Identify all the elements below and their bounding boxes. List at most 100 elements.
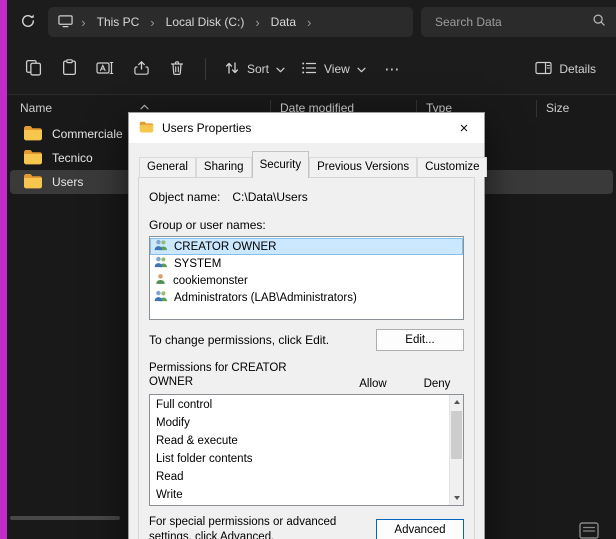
more-options-button[interactable]: ⋯ <box>374 52 410 86</box>
scroll-up-button[interactable] <box>450 395 464 409</box>
breadcrumb-chevron-icon[interactable]: › <box>306 15 312 30</box>
breadcrumb-item-this-pc[interactable]: This PC <box>94 13 143 31</box>
left-accent-strip <box>0 0 7 539</box>
tab-sharing[interactable]: Sharing <box>196 157 252 177</box>
this-pc-icon <box>58 14 73 31</box>
permission-item-modify[interactable]: Modify <box>150 414 448 432</box>
object-name-row: Object name: C:\Data\Users <box>149 190 464 204</box>
breadcrumb-chevron-icon[interactable]: › <box>254 15 260 30</box>
delete-icon <box>169 60 185 79</box>
file-name: Tecnico <box>52 151 93 165</box>
file-name: Commerciale <box>52 127 123 141</box>
chevron-down-icon <box>276 62 285 76</box>
column-header-name[interactable]: Name <box>20 101 52 115</box>
dialog-titlebar[interactable]: Users Properties × <box>129 113 484 143</box>
security-tab-page: Object name: C:\Data\Users Group or user… <box>138 177 475 539</box>
address-bar[interactable]: › This PC › Local Disk (C:) › Data › <box>48 7 413 37</box>
share-button[interactable] <box>123 52 159 86</box>
folder-icon <box>23 125 43 144</box>
details-label: Details <box>559 62 596 76</box>
group-item-administrators[interactable]: Administrators (LAB\Administrators) <box>150 289 463 306</box>
user-icon <box>154 273 167 288</box>
tab-customize[interactable]: Customize <box>417 157 487 177</box>
permissions-list[interactable]: Full control Modify Read & execute List … <box>149 394 464 506</box>
group-item-label: SYSTEM <box>174 258 221 270</box>
breadcrumb-item-data[interactable]: Data <box>268 13 299 31</box>
breadcrumb-item-local-disk-c[interactable]: Local Disk (C:) <box>163 13 248 31</box>
deny-column-header: Deny <box>407 378 467 390</box>
view-mode-icon[interactable] <box>578 521 600 539</box>
explorer-topbar: › This PC › Local Disk (C:) › Data › <box>7 0 616 44</box>
horizontal-scrollbar[interactable] <box>10 516 120 520</box>
permission-item-full-control[interactable]: Full control <box>150 396 448 414</box>
sort-label: Sort <box>247 62 269 76</box>
copy-icon <box>25 59 42 79</box>
scrollbar-thumb[interactable] <box>451 411 462 459</box>
group-item-system[interactable]: SYSTEM <box>150 255 463 272</box>
user-group-icon <box>154 256 168 271</box>
user-group-icon <box>154 239 168 254</box>
share-icon <box>133 60 150 79</box>
column-header-size[interactable]: Size <box>546 101 569 115</box>
tab-previous-versions[interactable]: Previous Versions <box>309 157 417 177</box>
object-name-label: Object name: <box>149 190 220 204</box>
scroll-down-button[interactable] <box>450 491 464 505</box>
refresh-icon <box>20 13 36 32</box>
group-item-creator-owner[interactable]: CREATOR OWNER <box>150 238 463 255</box>
paste-button[interactable] <box>51 52 87 86</box>
permission-item-read-execute[interactable]: Read & execute <box>150 432 448 450</box>
folder-icon <box>23 149 43 168</box>
user-group-icon <box>154 290 168 305</box>
breadcrumb-chevron-icon[interactable]: › <box>149 15 155 30</box>
permission-item-read[interactable]: Read <box>150 468 448 486</box>
close-icon: × <box>460 120 469 137</box>
ellipsis-icon: ⋯ <box>384 60 399 78</box>
advanced-button[interactable]: Advanced <box>376 519 464 539</box>
command-toolbar: Sort View ⋯ Details <box>7 44 616 95</box>
view-button[interactable]: View <box>293 52 374 86</box>
permission-item-write[interactable]: Write <box>150 486 448 504</box>
group-list[interactable]: CREATOR OWNER SYSTEM cookiemonster <box>149 236 464 320</box>
group-item-label: cookiemonster <box>173 275 248 287</box>
tab-security[interactable]: Security <box>252 151 310 178</box>
folder-icon <box>23 173 43 192</box>
group-item-label: Administrators (LAB\Administrators) <box>174 292 357 304</box>
delete-button[interactable] <box>159 52 195 86</box>
advanced-row: For special permissions or advanced sett… <box>149 515 464 539</box>
toolbar-separator <box>205 58 206 80</box>
details-button[interactable]: Details <box>527 52 604 86</box>
refresh-button[interactable] <box>15 8 40 36</box>
file-explorer-window: › This PC › Local Disk (C:) › Data › <box>0 0 616 539</box>
group-item-cookiemonster[interactable]: cookiemonster <box>150 272 463 289</box>
group-item-label: CREATOR OWNER <box>174 241 276 253</box>
allow-column-header: Allow <box>343 378 403 390</box>
vertical-scrollbar[interactable] <box>449 395 463 505</box>
view-icon <box>301 61 317 78</box>
tab-general[interactable]: General <box>139 157 196 177</box>
group-or-user-names-label: Group or user names: <box>149 218 464 232</box>
edit-button[interactable]: Edit... <box>376 329 464 351</box>
permission-item-list-folder-contents[interactable]: List folder contents <box>150 450 448 468</box>
breadcrumb-chevron-icon[interactable]: › <box>80 15 86 30</box>
users-properties-dialog: Users Properties × General Sharing Secur… <box>128 112 485 539</box>
column-divider[interactable] <box>536 100 537 117</box>
arrow-up-icon <box>454 400 460 404</box>
arrow-down-icon <box>454 496 460 500</box>
permissions-for-label: Permissions for CREATOR OWNER <box>149 361 299 390</box>
permissions-header: Permissions for CREATOR OWNER Allow Deny <box>149 361 464 391</box>
edit-hint: To change permissions, click Edit. <box>149 333 329 347</box>
advanced-hint: For special permissions or advanced sett… <box>149 515 374 539</box>
search-box <box>421 7 616 37</box>
paste-icon <box>61 59 78 79</box>
search-input[interactable] <box>433 14 592 30</box>
close-button[interactable]: × <box>444 113 484 143</box>
details-pane-icon <box>535 61 552 78</box>
view-label: View <box>324 62 350 76</box>
object-name-value: C:\Data\Users <box>232 190 307 204</box>
rename-button[interactable] <box>87 52 123 86</box>
copy-button[interactable] <box>15 52 51 86</box>
edit-row: To change permissions, click Edit. Edit.… <box>149 329 464 351</box>
sort-ascending-icon <box>140 99 149 113</box>
sort-icon <box>224 61 240 78</box>
sort-button[interactable]: Sort <box>216 52 293 86</box>
